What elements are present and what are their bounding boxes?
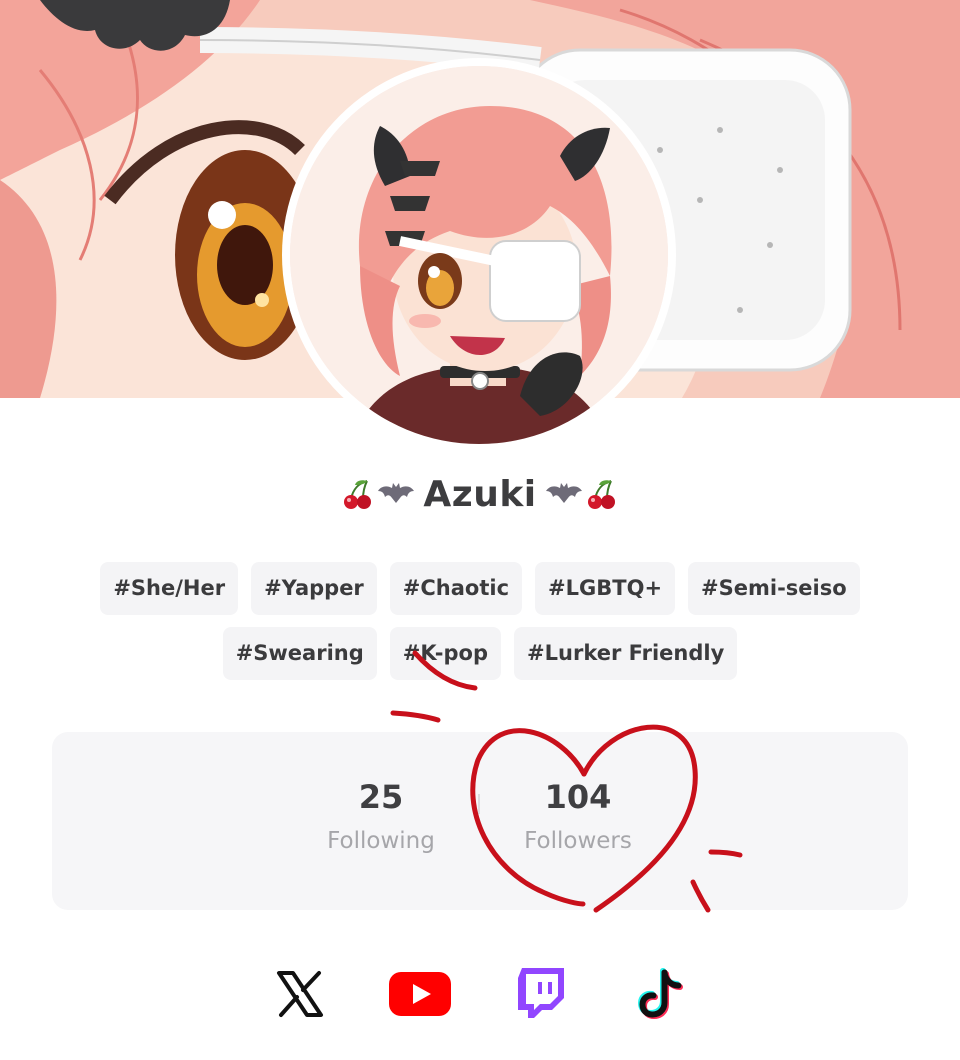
followers-stat[interactable]: 104 Followers <box>488 778 668 854</box>
tiktok-icon <box>637 968 683 1020</box>
cherry-icon <box>587 480 615 509</box>
avatar[interactable] <box>282 58 676 452</box>
name-decor-left <box>341 477 415 511</box>
tag-chip[interactable]: #Yapper <box>251 562 377 615</box>
twitch-link[interactable] <box>508 962 572 1026</box>
tag-chip[interactable]: #LGBTQ+ <box>535 562 676 615</box>
bat-icon <box>378 483 415 503</box>
youtube-icon <box>389 972 451 1016</box>
stats-divider <box>478 794 480 814</box>
social-links <box>0 962 960 1026</box>
tag-chip[interactable]: #Swearing <box>222 627 377 680</box>
following-label: Following <box>327 828 435 854</box>
x-icon <box>277 971 323 1017</box>
display-name: Azuki <box>423 473 537 515</box>
followers-label: Followers <box>524 828 632 854</box>
profile-name-row: Azuki <box>0 466 960 522</box>
youtube-link[interactable] <box>388 962 452 1026</box>
tiktok-link[interactable] <box>628 962 692 1026</box>
twitch-icon <box>518 968 564 1018</box>
tag-chip[interactable]: #She/Her <box>100 562 239 615</box>
following-stat[interactable]: 25 Following <box>291 778 471 854</box>
tag-chip[interactable]: #Chaotic <box>389 562 523 615</box>
x-link[interactable] <box>268 962 332 1026</box>
tag-chip[interactable]: #Semi-seiso <box>688 562 860 615</box>
bat-icon <box>545 483 582 503</box>
name-decor-right <box>545 477 619 511</box>
stats-card: 25 Following 104 Followers <box>52 732 908 910</box>
tag-list: #She/Her #Yapper #Chaotic #LGBTQ+ #Semi-… <box>80 562 880 680</box>
tag-chip[interactable]: #Lurker Friendly <box>514 627 738 680</box>
following-count: 25 <box>358 778 404 816</box>
tag-chip[interactable]: #K-pop <box>389 627 502 680</box>
cherry-icon <box>344 480 372 509</box>
followers-count: 104 <box>544 778 612 816</box>
